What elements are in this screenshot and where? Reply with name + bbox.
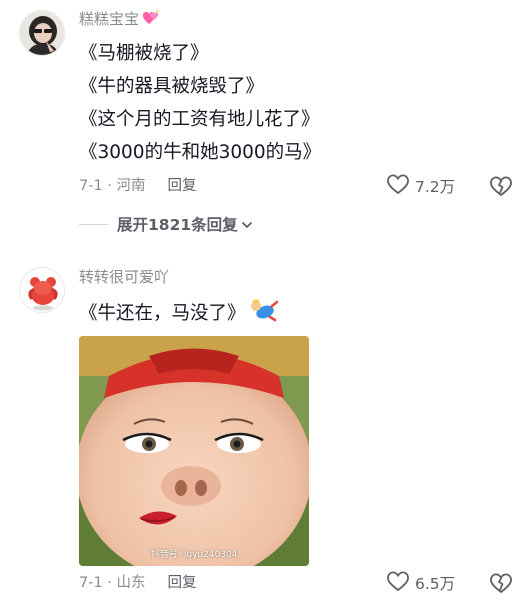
divider [79,223,108,225]
broken-heart-icon [489,573,513,599]
comment-date: 7-1 [79,178,103,194]
comment-line: 《牛的器具被烧毁了》 [79,76,265,97]
like-count: 7.2万 [415,178,456,196]
dislike-button[interactable] [489,174,513,198]
falling-figure-sticker [248,296,278,333]
expand-replies-label: 展开1821条回复 [117,216,238,234]
expand-replies-button[interactable]: 展开1821条回复 [79,213,253,235]
image-watermark: 抖音号: luyu240304 [151,550,238,560]
chevron-down-icon [241,215,253,234]
username[interactable]: 糕糕宝宝 [79,10,139,28]
comment-location: 河南 [116,178,146,194]
comment-image[interactable]: 抖音号: luyu240304 [79,336,309,566]
broken-heart-icon [489,176,513,202]
like-button[interactable]: 7.2万 [386,174,455,198]
comment-line: 《这个月的工资有地儿花了》 [79,109,320,130]
like-button[interactable]: 6.5万 [386,571,455,595]
comment-date: 7-1 [79,575,103,591]
avatar[interactable] [19,10,65,56]
sparkling-heart-icon [141,8,161,31]
comment-text: 《马棚被烧了》 《牛的器具被烧毁了》 《这个月的工资有地儿花了》 《3000的牛… [79,37,321,169]
comment-text: 《牛还在，马没了》 [79,296,278,333]
comment-meta: 7-1 · 河南 回复 [79,178,197,194]
avatar[interactable] [19,267,65,313]
comment-location: 山东 [116,575,146,591]
comment-line: 《牛还在，马没了》 [79,303,246,324]
heart-outline-icon [386,173,410,199]
username[interactable]: 转转很可爱吖 [79,267,169,287]
reply-button[interactable]: 回复 [168,178,197,194]
heart-outline-icon [386,570,410,596]
comment-line: 《马棚被烧了》 [79,43,209,64]
dislike-button[interactable] [489,571,513,595]
comment-meta: 7-1 · 山东 回复 [79,575,197,591]
like-count: 6.5万 [415,575,456,593]
reply-button[interactable]: 回复 [168,575,197,591]
comment-line: 《3000的牛和她3000的马》 [79,142,322,163]
